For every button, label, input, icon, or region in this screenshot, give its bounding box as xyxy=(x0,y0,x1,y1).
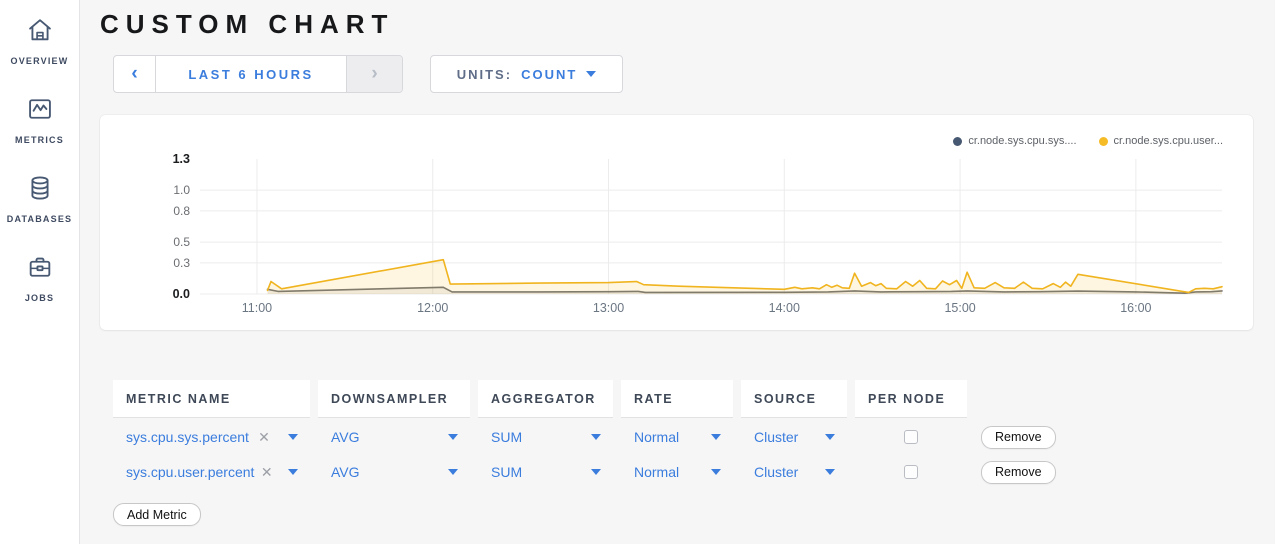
column-header-metric-name: METRIC NAME xyxy=(113,380,310,418)
time-range-dropdown[interactable]: LAST 6 HOURS xyxy=(156,56,346,92)
metric-name-combobox[interactable]: sys.cpu.sys.percent ✕ xyxy=(113,421,310,453)
chevron-down-icon xyxy=(591,434,601,440)
table-row: sys.cpu.sys.percent ✕ AVG SUM Normal Clu… xyxy=(113,421,1173,453)
sidebar-item-label: OVERVIEW xyxy=(11,56,69,66)
rate-select[interactable]: Normal xyxy=(621,456,733,488)
y-axis-tick-label: 0.3 xyxy=(146,256,190,270)
column-header-per-node: PER NODE xyxy=(855,380,967,418)
column-header-downsampler: DOWNSAMPLER xyxy=(318,380,470,418)
time-range-prev-button[interactable]: ‹ xyxy=(114,56,156,92)
actions-cell: Remove xyxy=(975,421,1085,453)
chevron-down-icon xyxy=(825,469,835,475)
chevron-down-icon xyxy=(448,469,458,475)
aggregator-value: SUM xyxy=(491,464,522,480)
x-axis-tick-label: 16:00 xyxy=(1106,301,1166,315)
column-header-aggregator: AGGREGATOR xyxy=(478,380,613,418)
metric-table: METRIC NAME DOWNSAMPLER AGGREGATOR RATE … xyxy=(113,380,1173,488)
downsampler-value: AVG xyxy=(331,429,360,445)
remove-button[interactable]: Remove xyxy=(981,461,1056,484)
metric-name-combobox[interactable]: sys.cpu.user.percent ✕ xyxy=(113,456,310,488)
y-axis-tick-label: 1.3 xyxy=(146,152,190,166)
chevron-right-icon: › xyxy=(371,63,377,85)
per-node-cell xyxy=(855,421,967,453)
sidebar-item-label: METRICS xyxy=(15,135,64,145)
x-axis-tick-label: 11:00 xyxy=(227,301,287,315)
y-axis-tick-label: 0.8 xyxy=(146,204,190,218)
sidebar-item-metrics[interactable]: METRICS xyxy=(0,95,79,145)
x-axis-tick-label: 12:00 xyxy=(403,301,463,315)
aggregator-select[interactable]: SUM xyxy=(478,421,613,453)
x-axis-tick-label: 15:00 xyxy=(930,301,990,315)
metrics-icon xyxy=(26,95,54,128)
chevron-down-icon xyxy=(711,469,721,475)
chevron-down-icon xyxy=(586,71,596,77)
y-axis-tick-label: 1.0 xyxy=(146,183,190,197)
sidebar: OVERVIEW METRICS DATABASES xyxy=(0,0,80,544)
column-header-rate: RATE xyxy=(621,380,733,418)
x-axis-tick-label: 13:00 xyxy=(579,301,639,315)
chart-panel: cr.node.sys.cpu.sys.... cr.node.sys.cpu.… xyxy=(100,115,1253,330)
sidebar-item-databases[interactable]: DATABASES xyxy=(0,174,79,224)
chevron-down-icon xyxy=(825,434,835,440)
remove-button[interactable]: Remove xyxy=(981,426,1056,449)
units-value: COUNT xyxy=(521,67,577,82)
source-value: Cluster xyxy=(754,464,798,480)
table-row: sys.cpu.user.percent ✕ AVG SUM Normal Cl… xyxy=(113,456,1173,488)
line-chart xyxy=(100,115,1253,330)
units-dropdown[interactable]: UNITS: COUNT xyxy=(430,55,623,93)
source-select[interactable]: Cluster xyxy=(741,421,847,453)
rate-value: Normal xyxy=(634,429,679,445)
y-axis-tick-label: 0.0 xyxy=(146,287,190,301)
sidebar-item-label: DATABASES xyxy=(7,214,72,224)
per-node-checkbox[interactable] xyxy=(904,465,918,479)
time-range-next-button[interactable]: › xyxy=(346,56,402,92)
rate-value: Normal xyxy=(634,464,679,480)
y-axis-tick-label: 0.5 xyxy=(146,235,190,249)
per-node-cell xyxy=(855,456,967,488)
chevron-down-icon xyxy=(711,434,721,440)
chevron-down-icon xyxy=(448,434,458,440)
per-node-checkbox[interactable] xyxy=(904,430,918,444)
databases-icon xyxy=(26,174,54,207)
chevron-down-icon xyxy=(591,469,601,475)
jobs-icon xyxy=(26,253,54,286)
home-icon xyxy=(26,16,54,49)
chevron-down-icon xyxy=(288,434,298,440)
metric-name-value: sys.cpu.user.percent xyxy=(126,464,254,480)
sidebar-item-label: JOBS xyxy=(25,293,54,303)
downsampler-value: AVG xyxy=(331,464,360,480)
column-header-source: SOURCE xyxy=(741,380,847,418)
aggregator-value: SUM xyxy=(491,429,522,445)
metric-name-value: sys.cpu.sys.percent xyxy=(126,429,249,445)
x-axis-tick-label: 14:00 xyxy=(754,301,814,315)
add-metric-button[interactable]: Add Metric xyxy=(113,503,201,526)
units-label: UNITS: xyxy=(457,67,512,82)
actions-cell: Remove xyxy=(975,456,1085,488)
downsampler-select[interactable]: AVG xyxy=(318,456,470,488)
time-range-selector: ‹ LAST 6 HOURS › xyxy=(113,55,403,93)
main-content: CUSTOM CHART ‹ LAST 6 HOURS › UNITS: COU… xyxy=(80,0,1275,544)
rate-select[interactable]: Normal xyxy=(621,421,733,453)
chevron-down-icon xyxy=(288,469,298,475)
chevron-left-icon: ‹ xyxy=(131,63,137,85)
clear-icon[interactable]: ✕ xyxy=(258,429,270,446)
clear-icon[interactable]: ✕ xyxy=(261,464,273,481)
source-select[interactable]: Cluster xyxy=(741,456,847,488)
downsampler-select[interactable]: AVG xyxy=(318,421,470,453)
sidebar-item-overview[interactable]: OVERVIEW xyxy=(0,16,79,66)
page-title: CUSTOM CHART xyxy=(100,9,394,40)
source-value: Cluster xyxy=(754,429,798,445)
sidebar-item-jobs[interactable]: JOBS xyxy=(0,253,79,303)
metric-table-header: METRIC NAME DOWNSAMPLER AGGREGATOR RATE … xyxy=(113,380,1173,418)
aggregator-select[interactable]: SUM xyxy=(478,456,613,488)
